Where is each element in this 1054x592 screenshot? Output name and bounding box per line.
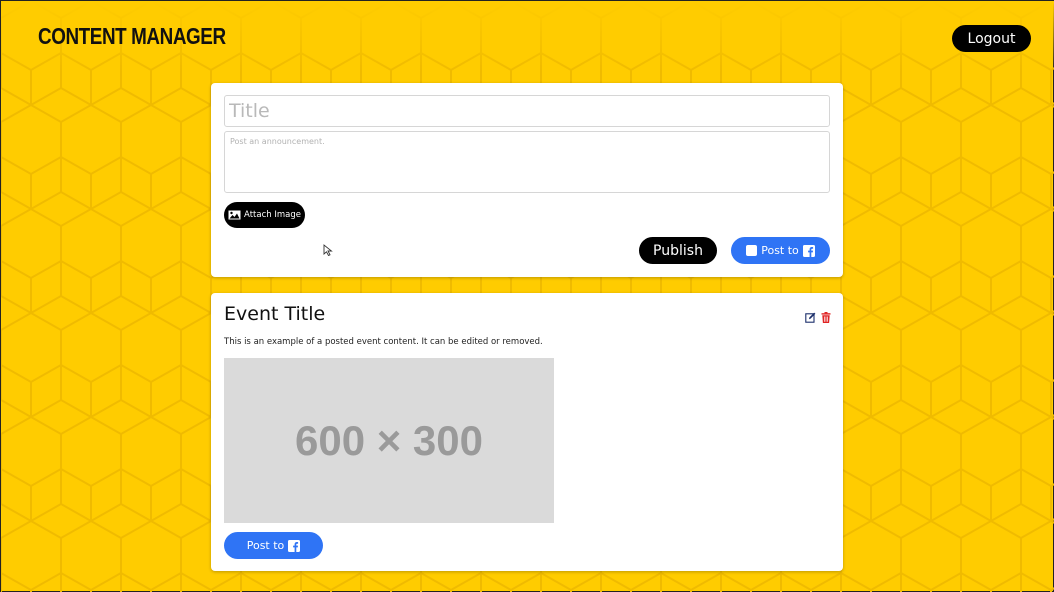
- event-post-card: Event Title This is an example of a post…: [211, 293, 843, 571]
- attach-image-button[interactable]: Attach Image: [224, 202, 305, 228]
- announcement-input[interactable]: [224, 131, 830, 193]
- facebook-icon: [802, 244, 815, 257]
- top-bar: CONTENT MANAGER Logout: [1, 1, 1054, 76]
- trash-icon[interactable]: [821, 312, 831, 323]
- image-icon: [228, 210, 241, 220]
- facebook-icon: [288, 539, 301, 552]
- post-to-checkbox[interactable]: [746, 245, 758, 256]
- post-to-label: Post to: [246, 539, 285, 552]
- image-placeholder-text: 600 × 300: [294, 416, 483, 464]
- edit-icon[interactable]: [805, 312, 816, 323]
- post-to-label: Post to: [761, 244, 799, 257]
- logout-button[interactable]: Logout: [952, 25, 1031, 52]
- event-image: 600 × 300: [224, 358, 554, 523]
- post-to-facebook-toggle[interactable]: Post to: [731, 237, 830, 264]
- post-to-facebook-button[interactable]: Post to: [224, 532, 323, 559]
- event-content: This is an example of a posted event con…: [224, 337, 543, 347]
- title-input[interactable]: [224, 95, 830, 127]
- publish-button[interactable]: Publish: [639, 237, 717, 264]
- post-composer: Attach Image Publish Post to: [211, 83, 843, 277]
- event-title: Event Title: [224, 303, 326, 325]
- app-title: CONTENT MANAGER: [38, 23, 226, 49]
- mouse-cursor-icon: [323, 244, 333, 256]
- attach-image-label: Attach Image: [244, 210, 301, 220]
